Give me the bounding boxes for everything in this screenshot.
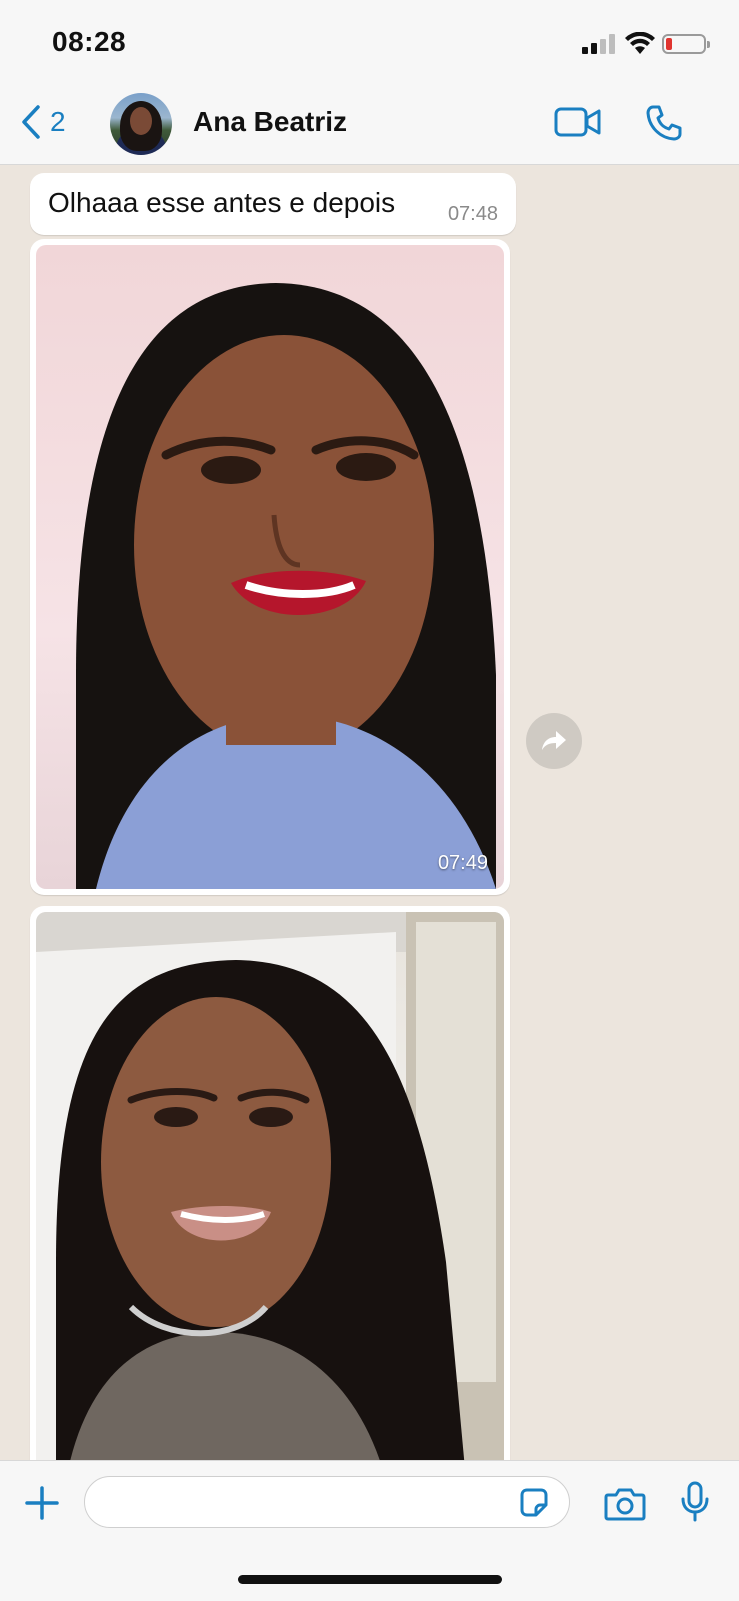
signal-icon xyxy=(582,34,618,54)
avatar[interactable] xyxy=(110,93,172,155)
back-button[interactable]: 2 xyxy=(20,104,66,140)
contact-name[interactable]: Ana Beatriz xyxy=(193,106,347,138)
portrait-image xyxy=(36,912,504,1460)
unread-count: 2 xyxy=(50,106,66,137)
status-time: 08:28 xyxy=(52,26,127,57)
message-input[interactable] xyxy=(84,1476,570,1528)
portrait-image xyxy=(76,283,496,889)
message-bubble[interactable]: Olhaaa esse antes e depois 07:48 xyxy=(30,173,516,235)
forward-icon xyxy=(542,731,566,750)
chat-area[interactable]: Olhaaa esse antes e depois 07:48 07:49 xyxy=(0,165,739,1460)
message-text: Olhaaa esse antes e depois xyxy=(48,187,396,218)
camera-icon[interactable] xyxy=(604,1487,646,1521)
bottom-bar xyxy=(0,1460,739,1601)
sticker-icon[interactable] xyxy=(518,1487,550,1519)
phone-icon[interactable] xyxy=(645,104,683,142)
wifi-icon xyxy=(625,32,655,54)
image-message-after[interactable] xyxy=(30,906,510,1460)
photo-before[interactable]: 07:49 xyxy=(36,245,504,889)
message-time: 07:48 xyxy=(447,203,498,225)
forward-button[interactable] xyxy=(526,713,582,769)
video-camera-icon[interactable] xyxy=(554,106,602,138)
plus-icon[interactable] xyxy=(24,1485,60,1521)
microphone-icon[interactable] xyxy=(680,1481,710,1523)
home-indicator xyxy=(238,1575,502,1584)
chevron-left-icon xyxy=(22,105,40,139)
image-message-before[interactable]: 07:49 xyxy=(30,239,510,895)
battery-icon xyxy=(662,34,710,54)
message-time: 07:49 xyxy=(437,852,488,874)
top-bar: 08:28 2 Ana Beatriz xyxy=(0,0,739,165)
photo-after[interactable] xyxy=(36,912,504,1460)
